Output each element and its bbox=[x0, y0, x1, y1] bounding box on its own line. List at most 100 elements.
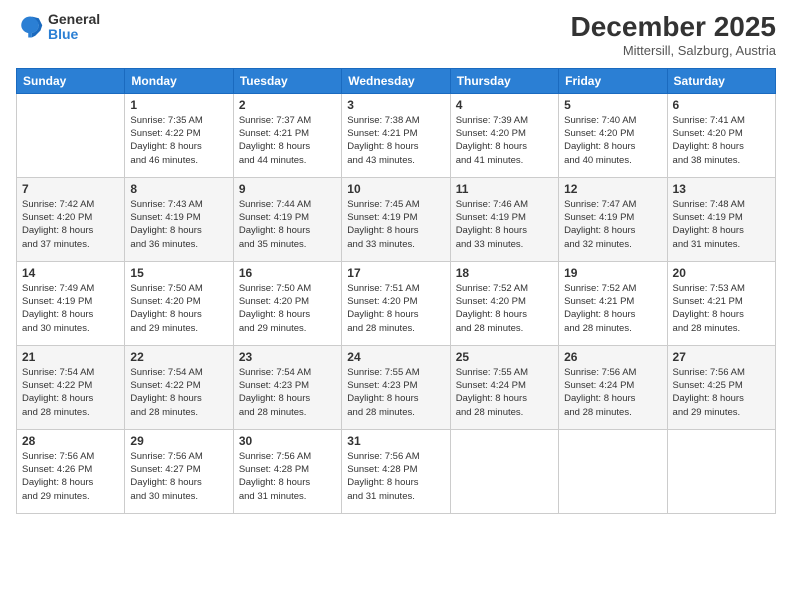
table-row: 6 Sunrise: 7:41 AM Sunset: 4:20 PM Daylig… bbox=[667, 93, 775, 177]
col-wednesday: Wednesday bbox=[342, 68, 450, 93]
cell-info: Sunrise: 7:56 AM Sunset: 4:25 PM Dayligh… bbox=[673, 366, 770, 419]
cell-date: 10 bbox=[347, 182, 444, 196]
table-row: 30 Sunrise: 7:56 AM Sunset: 4:28 PM Dayli… bbox=[233, 429, 341, 513]
logo-blue-text: Blue bbox=[48, 27, 100, 42]
cell-date: 23 bbox=[239, 350, 336, 364]
cell-info: Sunrise: 7:54 AM Sunset: 4:23 PM Dayligh… bbox=[239, 366, 336, 419]
table-row: 29 Sunrise: 7:56 AM Sunset: 4:27 PM Dayli… bbox=[125, 429, 233, 513]
table-row: 26 Sunrise: 7:56 AM Sunset: 4:24 PM Dayli… bbox=[559, 345, 667, 429]
header: General Blue December 2025 Mittersill, S… bbox=[16, 12, 776, 58]
table-row: 5Sunrise: 7:40 AM Sunset: 4:20 PM Daylig… bbox=[559, 93, 667, 177]
cell-date: 29 bbox=[130, 434, 227, 448]
col-monday: Monday bbox=[125, 68, 233, 93]
cell-info: Sunrise: 7:55 AM Sunset: 4:23 PM Dayligh… bbox=[347, 366, 444, 419]
col-thursday: Thursday bbox=[450, 68, 558, 93]
cell-date: 15 bbox=[130, 266, 227, 280]
cell-date: 26 bbox=[564, 350, 661, 364]
col-friday: Friday bbox=[559, 68, 667, 93]
cell-info: Sunrise: 7:45 AM Sunset: 4:19 PM Dayligh… bbox=[347, 198, 444, 251]
logo-text: General Blue bbox=[48, 12, 100, 43]
cell-date: 17 bbox=[347, 266, 444, 280]
cell-info: Sunrise: 7:56 AM Sunset: 4:28 PM Dayligh… bbox=[347, 450, 444, 503]
cell-info: Sunrise: 7:39 AM Sunset: 4:20 PM Dayligh… bbox=[456, 114, 553, 167]
table-row: 8Sunrise: 7:43 AM Sunset: 4:19 PM Daylig… bbox=[125, 177, 233, 261]
logo: General Blue bbox=[16, 12, 100, 43]
table-row: 25Sunrise: 7:55 AM Sunset: 4:24 PM Dayli… bbox=[450, 345, 558, 429]
cell-date: 7 bbox=[22, 182, 119, 196]
table-row: 9Sunrise: 7:44 AM Sunset: 4:19 PM Daylig… bbox=[233, 177, 341, 261]
table-row: 24 Sunrise: 7:55 AM Sunset: 4:23 PM Dayli… bbox=[342, 345, 450, 429]
table-row: 31 Sunrise: 7:56 AM Sunset: 4:28 PM Dayli… bbox=[342, 429, 450, 513]
cell-info: Sunrise: 7:56 AM Sunset: 4:24 PM Dayligh… bbox=[564, 366, 661, 419]
cell-date: 1 bbox=[130, 98, 227, 112]
cell-info: Sunrise: 7:40 AM Sunset: 4:20 PM Dayligh… bbox=[564, 114, 661, 167]
cell-info: Sunrise: 7:42 AM Sunset: 4:20 PM Dayligh… bbox=[22, 198, 119, 251]
table-row: 3 Sunrise: 7:38 AM Sunset: 4:21 PM Daylig… bbox=[342, 93, 450, 177]
cell-info: Sunrise: 7:56 AM Sunset: 4:26 PM Dayligh… bbox=[22, 450, 119, 503]
table-row: 20 Sunrise: 7:53 AM Sunset: 4:21 PM Dayli… bbox=[667, 261, 775, 345]
cell-date: 21 bbox=[22, 350, 119, 364]
cell-date: 27 bbox=[673, 350, 770, 364]
cell-info: Sunrise: 7:56 AM Sunset: 4:27 PM Dayligh… bbox=[130, 450, 227, 503]
cell-info: Sunrise: 7:56 AM Sunset: 4:28 PM Dayligh… bbox=[239, 450, 336, 503]
table-row: 21Sunrise: 7:54 AM Sunset: 4:22 PM Dayli… bbox=[17, 345, 125, 429]
col-tuesday: Tuesday bbox=[233, 68, 341, 93]
cell-date: 2 bbox=[239, 98, 336, 112]
calendar-week-4: 21 Sunrise: 7:54 AM Sunset: 4:22 PM Dayli… bbox=[17, 345, 776, 429]
cell-date: 11 bbox=[456, 182, 553, 196]
col-saturday: Saturday bbox=[667, 68, 775, 93]
cell-date: 30 bbox=[239, 434, 336, 448]
table-row: 18 Sunrise: 7:52 AM Sunset: 4:20 PM Dayli… bbox=[450, 261, 558, 345]
table-row: 15 Sunrise: 7:50 AM Sunset: 4:20 PM Dayli… bbox=[125, 261, 233, 345]
cell-info: Sunrise: 7:50 AM Sunset: 4:20 PM Dayligh… bbox=[239, 282, 336, 335]
table-row: 17 Sunrise: 7:51 AM Sunset: 4:20 PM Dayli… bbox=[342, 261, 450, 345]
logo-icon bbox=[16, 13, 44, 41]
cell-info: Sunrise: 7:37 AM Sunset: 4:21 PM Dayligh… bbox=[239, 114, 336, 167]
cell-info: Sunrise: 7:43 AM Sunset: 4:19 PM Dayligh… bbox=[130, 198, 227, 251]
cell-info: Sunrise: 7:54 AM Sunset: 4:22 PM Dayligh… bbox=[130, 366, 227, 419]
cell-date: 14 bbox=[22, 266, 119, 280]
cell-info: Sunrise: 7:35 AM Sunset: 4:22 PM Dayligh… bbox=[130, 114, 227, 167]
cell-info: Sunrise: 7:52 AM Sunset: 4:20 PM Dayligh… bbox=[456, 282, 553, 335]
cell-date: 4 bbox=[456, 98, 553, 112]
table-row: 12Sunrise: 7:47 AM Sunset: 4:19 PM Dayli… bbox=[559, 177, 667, 261]
calendar-table: Sunday Monday Tuesday Wednesday Thursday… bbox=[16, 68, 776, 514]
page: General Blue December 2025 Mittersill, S… bbox=[0, 0, 792, 612]
table-row: 2 Sunrise: 7:37 AM Sunset: 4:21 PM Daylig… bbox=[233, 93, 341, 177]
cell-info: Sunrise: 7:51 AM Sunset: 4:20 PM Dayligh… bbox=[347, 282, 444, 335]
logo-general-text: General bbox=[48, 12, 100, 27]
cell-date: 31 bbox=[347, 434, 444, 448]
cell-info: Sunrise: 7:49 AM Sunset: 4:19 PM Dayligh… bbox=[22, 282, 119, 335]
cell-date: 19 bbox=[564, 266, 661, 280]
table-row bbox=[559, 429, 667, 513]
table-row: 23 Sunrise: 7:54 AM Sunset: 4:23 PM Dayli… bbox=[233, 345, 341, 429]
table-row: 1 Sunrise: 7:35 AM Sunset: 4:22 PM Daylig… bbox=[125, 93, 233, 177]
cell-date: 24 bbox=[347, 350, 444, 364]
cell-date: 20 bbox=[673, 266, 770, 280]
cell-info: Sunrise: 7:48 AM Sunset: 4:19 PM Dayligh… bbox=[673, 198, 770, 251]
cell-info: Sunrise: 7:50 AM Sunset: 4:20 PM Dayligh… bbox=[130, 282, 227, 335]
cell-info: Sunrise: 7:55 AM Sunset: 4:24 PM Dayligh… bbox=[456, 366, 553, 419]
cell-info: Sunrise: 7:41 AM Sunset: 4:20 PM Dayligh… bbox=[673, 114, 770, 167]
cell-info: Sunrise: 7:38 AM Sunset: 4:21 PM Dayligh… bbox=[347, 114, 444, 167]
cell-info: Sunrise: 7:46 AM Sunset: 4:19 PM Dayligh… bbox=[456, 198, 553, 251]
cell-date: 6 bbox=[673, 98, 770, 112]
table-row: 4 Sunrise: 7:39 AM Sunset: 4:20 PM Daylig… bbox=[450, 93, 558, 177]
cell-info: Sunrise: 7:53 AM Sunset: 4:21 PM Dayligh… bbox=[673, 282, 770, 335]
cell-info: Sunrise: 7:47 AM Sunset: 4:19 PM Dayligh… bbox=[564, 198, 661, 251]
calendar-week-1: 1 Sunrise: 7:35 AM Sunset: 4:22 PM Daylig… bbox=[17, 93, 776, 177]
cell-info: Sunrise: 7:52 AM Sunset: 4:21 PM Dayligh… bbox=[564, 282, 661, 335]
table-row bbox=[17, 93, 125, 177]
calendar-week-2: 7 Sunrise: 7:42 AM Sunset: 4:20 PM Daylig… bbox=[17, 177, 776, 261]
location-subtitle: Mittersill, Salzburg, Austria bbox=[571, 43, 776, 58]
table-row: 10 Sunrise: 7:45 AM Sunset: 4:19 PM Dayli… bbox=[342, 177, 450, 261]
table-row: 13 Sunrise: 7:48 AM Sunset: 4:19 PM Dayli… bbox=[667, 177, 775, 261]
table-row: 19 Sunrise: 7:52 AM Sunset: 4:21 PM Dayli… bbox=[559, 261, 667, 345]
col-sunday: Sunday bbox=[17, 68, 125, 93]
cell-info: Sunrise: 7:44 AM Sunset: 4:19 PM Dayligh… bbox=[239, 198, 336, 251]
cell-date: 3 bbox=[347, 98, 444, 112]
cell-date: 13 bbox=[673, 182, 770, 196]
cell-date: 22 bbox=[130, 350, 227, 364]
cell-date: 18 bbox=[456, 266, 553, 280]
title-block: December 2025 Mittersill, Salzburg, Aust… bbox=[571, 12, 776, 58]
